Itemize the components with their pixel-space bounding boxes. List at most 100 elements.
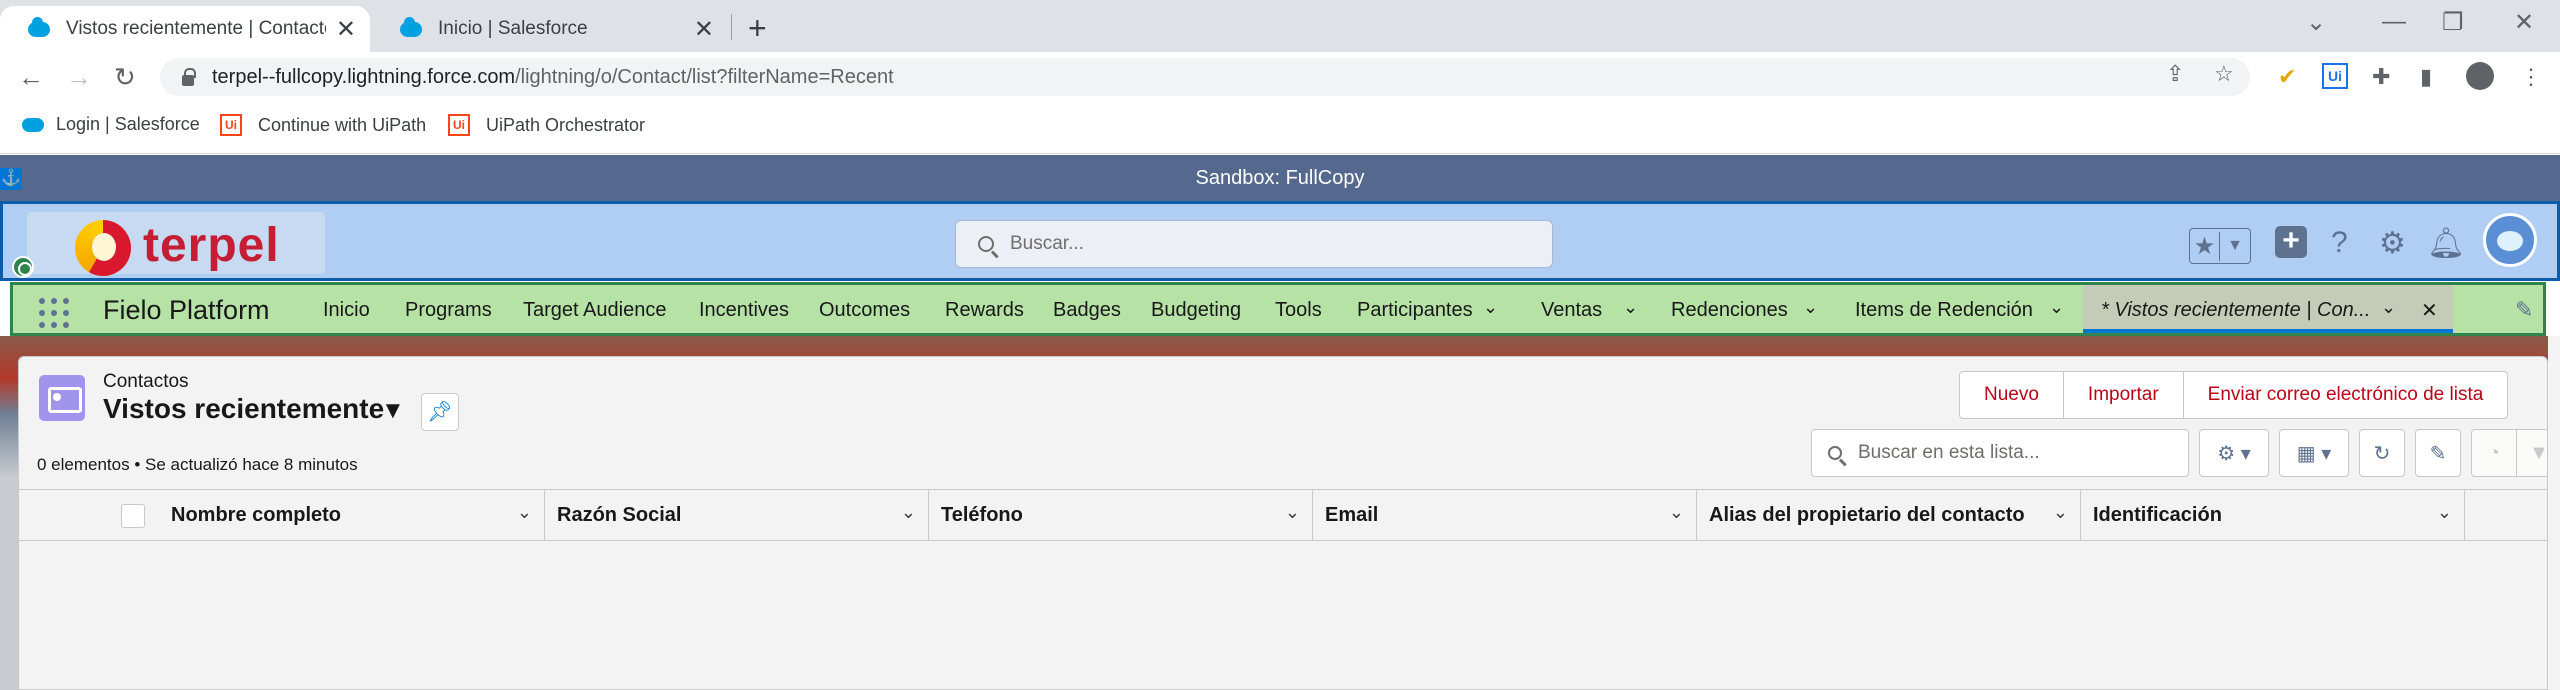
back-arrow-icon[interactable]: ← [18,62,44,93]
column-label: Razón Social [557,504,682,526]
app-navigation-bar: Fielo Platform Inicio Programs Target Au… [10,282,2546,336]
bookmark-continue-uipath[interactable]: Ui Continue with UiPath [220,114,426,136]
import-button[interactable]: Importar [2064,372,2184,418]
address-bar[interactable]: terpel--fullcopy.lightning.force.com/lig… [160,58,2250,96]
tab-title: Inicio | Salesforce [438,18,588,39]
column-label: Identificación [2093,504,2222,526]
nav-item-active-tab[interactable]: * Vistos recientemente | Con... ⌄ ✕ [2083,285,2453,333]
setup-gear-icon[interactable]: ⚙ [2379,226,2406,261]
nav-item-ventas[interactable]: Ventas [1541,299,1602,322]
select-all-checkbox[interactable] [121,504,145,528]
help-icon[interactable]: ? [2331,226,2348,260]
logo-text: terpel [143,219,280,272]
side-panel-icon[interactable]: ▮ [2420,64,2432,90]
nav-item-incentives[interactable]: Incentives [699,299,789,322]
user-avatar[interactable] [2483,213,2537,267]
table-body-empty [19,541,2547,689]
browser-tab[interactable]: Inicio | Salesforce ✕ [372,6,728,52]
global-header: terpel Buscar... ★ ▼ + ? ⚙ 🔔︎ [0,201,2560,281]
bookmark-star-icon[interactable]: ☆ [2214,61,2234,87]
favorites-button[interactable]: ★ ▼ [2189,228,2251,264]
uipath-extension-icon[interactable]: Ui [2322,63,2348,89]
column-menu-chevron-icon[interactable]: ⌄ [2437,502,2452,523]
column-header-nombre-completo[interactable]: Nombre completo ⌄ [159,490,545,540]
nav-item-outcomes[interactable]: Outcomes [819,299,910,322]
bookmark-uipath-orchestrator[interactable]: Ui UiPath Orchestrator [448,114,645,136]
close-window-icon[interactable]: ✕ [2514,8,2534,37]
participantes-chevron-down-icon[interactable]: ⌄ [1483,297,1498,318]
items-redencion-chevron-down-icon[interactable]: ⌄ [2049,297,2064,318]
nav-item-badges[interactable]: Badges [1053,299,1121,322]
send-list-email-button[interactable]: Enviar correo electrónico de lista [2184,372,2508,418]
uipath-favicon-icon: Ui [220,114,242,136]
nav-item-redenciones[interactable]: Redenciones [1671,299,1788,322]
column-header-email[interactable]: Email ⌄ [1313,490,1697,540]
ventas-chevron-down-icon[interactable]: ⌄ [1623,297,1638,318]
column-header-telefono[interactable]: Teléfono ⌄ [929,490,1313,540]
new-button[interactable]: Nuevo [1960,372,2064,418]
column-header-identificacion[interactable]: Identificación ⌄ [2081,490,2465,540]
refresh-button[interactable]: ↻ [2359,429,2405,477]
share-icon[interactable]: ⇪ [2166,61,2184,87]
browser-tab-strip: Vistos recientemente | Contactos ✕ Inici… [0,0,2560,52]
browser-tab-active[interactable]: Vistos recientemente | Contactos ✕ [0,6,370,52]
pin-icon: 📌︎ [427,401,453,423]
nav-item-tools[interactable]: Tools [1275,299,1322,322]
active-tab-close-icon[interactable]: ✕ [2421,298,2438,323]
charts-button[interactable]: ◔ [2471,429,2517,477]
column-label: Teléfono [941,504,1023,526]
table-icon: ▦ ▾ [2296,442,2332,465]
column-menu-chevron-icon[interactable]: ⌄ [517,502,532,523]
browser-menu-icon[interactable]: ⋮ [2520,64,2542,90]
profile-avatar-icon[interactable] [2466,62,2494,90]
nav-item-budgeting[interactable]: Budgeting [1151,299,1241,322]
search-icon [978,236,994,252]
bookmark-login-salesforce[interactable]: Login | Salesforce [22,114,200,135]
close-tab-icon[interactable]: ✕ [336,15,356,44]
nav-item-items-de-redencion[interactable]: Items de Redención [1855,299,2033,322]
tab-search-chevron-icon[interactable]: ⌄ [2306,8,2326,37]
app-launcher-icon[interactable] [39,298,69,328]
nav-item-rewards[interactable]: Rewards [945,299,1024,322]
reload-icon[interactable]: ↻ [114,62,136,93]
column-header-razon-social[interactable]: Razón Social ⌄ [545,490,929,540]
forward-arrow-icon[interactable]: → [66,62,92,93]
nav-item-participantes[interactable]: Participantes [1357,299,1473,322]
restore-icon[interactable]: ❐ [2442,8,2464,37]
filters-button[interactable]: ▼ [2516,429,2547,477]
nav-item-programs[interactable]: Programs [405,299,492,322]
minimize-icon[interactable]: — [2382,8,2406,36]
edit-nav-pencil-icon[interactable]: ✎ [2515,297,2533,323]
list-view-picker-caret-icon[interactable]: ▼ [381,397,405,425]
list-settings-button[interactable]: ⚙ ▾ [2199,429,2269,477]
nav-item-inicio[interactable]: Inicio [323,299,370,322]
pin-list-view-button[interactable]: 📌︎ [421,393,459,431]
global-search-input[interactable]: Buscar... [955,220,1553,268]
display-as-button[interactable]: ▦ ▾ [2279,429,2349,477]
anchor-icon: ⚓ [0,168,22,190]
page-edge [2548,336,2560,690]
list-meta-info: 0 elementos • Se actualizó hace 8 minuto… [37,455,358,474]
column-menu-chevron-icon[interactable]: ⌄ [2053,502,2068,523]
terpel-logo-icon [75,220,131,276]
extension-profile-check-icon[interactable]: ✔ [2278,64,2296,90]
column-menu-chevron-icon[interactable]: ⌄ [1285,502,1300,523]
list-search-input[interactable]: Buscar en esta lista... [1811,429,2189,477]
inline-edit-button[interactable]: ✎ [2415,429,2461,477]
favorites-chevron-icon[interactable]: ▼ [2220,237,2250,255]
tab-separator [731,14,732,40]
nav-item-target-audience[interactable]: Target Audience [523,299,666,322]
close-tab-icon[interactable]: ✕ [694,15,714,44]
column-header-alias-propietario[interactable]: Alias del propietario del contacto ⌄ [1697,490,2081,540]
extensions-puzzle-icon[interactable]: ✚ [2372,64,2390,90]
new-tab-icon[interactable]: + [748,10,767,47]
column-menu-chevron-icon[interactable]: ⌄ [901,502,916,523]
global-actions-add-icon[interactable]: + [2275,226,2307,258]
redenciones-chevron-down-icon[interactable]: ⌄ [1803,297,1818,318]
notifications-bell-icon[interactable]: 🔔︎ [2427,226,2465,261]
contact-object-icon [39,375,85,421]
bookmarks-bar: Login | Salesforce Ui Continue with UiPa… [0,102,2560,154]
active-tab-chevron-down-icon[interactable]: ⌄ [2381,297,2396,318]
list-view-title[interactable]: Vistos recientemente [103,393,384,425]
column-menu-chevron-icon[interactable]: ⌄ [1669,502,1684,523]
